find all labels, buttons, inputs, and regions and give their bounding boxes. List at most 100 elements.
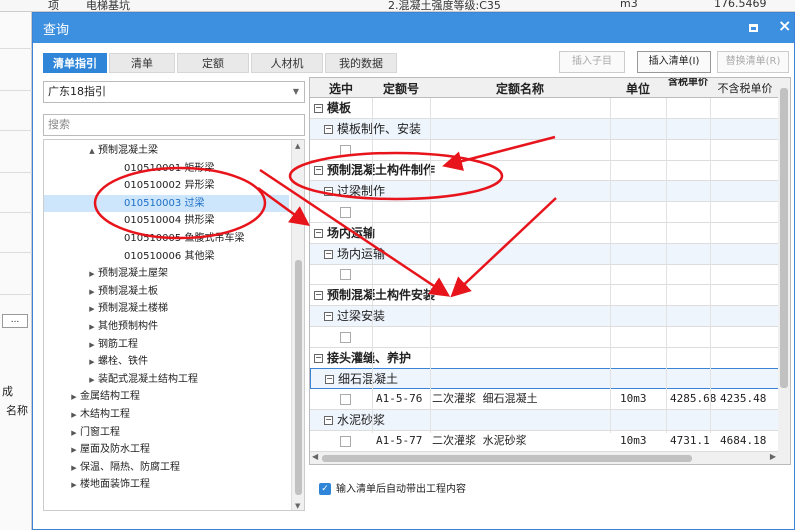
collapse-toggle-icon[interactable]: − xyxy=(314,353,323,363)
collapse-toggle-icon[interactable]: − xyxy=(314,104,323,113)
tab-quota[interactable]: 定额 xyxy=(177,53,249,73)
tree-item[interactable]: ▲ 预制混凝土梁 xyxy=(44,142,289,159)
col-price-tax[interactable]: 含税单价 xyxy=(666,78,710,88)
tree-item[interactable]: ▶ 屋面及防水工程 xyxy=(44,441,289,458)
expand-icon[interactable]: ▶ xyxy=(68,407,80,424)
tree-item[interactable]: 010510006 其他梁 xyxy=(44,248,289,265)
grid-hscroll-thumb[interactable] xyxy=(322,455,692,462)
expand-icon[interactable]: ▶ xyxy=(86,284,98,301)
scroll-right-icon[interactable]: ▶ xyxy=(770,452,776,461)
grid-header: 选中 定额号 定额名称 单位 含税单价 不含税单价 xyxy=(310,78,790,98)
tree-item[interactable]: ▶ 预制混凝土楼梯 xyxy=(44,300,289,317)
tab-list[interactable]: 清单 xyxy=(109,53,175,73)
collapse-toggle-icon[interactable]: − xyxy=(314,291,323,301)
tree-item-label: 门窗工程 xyxy=(80,426,120,438)
maximize-icon[interactable] xyxy=(749,24,758,32)
dialog-titlebar[interactable]: 查询 × xyxy=(33,13,794,43)
col-select[interactable]: 选中 xyxy=(310,80,372,97)
tab-my-data[interactable]: 我的数据 xyxy=(325,53,397,73)
guide-tree[interactable]: ▶ 楼地面装饰工程 ▶ 保温、隔热、防腐工程 ▶ 屋面及防水工程 ▶ 门窗工程 ▶ 木结构工程 ▶ 金… xyxy=(43,139,305,511)
tree-item[interactable]: ▶ 钢筋工程 xyxy=(44,336,289,353)
guide-select[interactable]: 广东18指引 ▼ xyxy=(43,81,305,103)
tree-item[interactable]: ▶ 螺栓、铁件 xyxy=(44,353,289,370)
tree-item[interactable]: ▶ 预制混凝土板 xyxy=(44,283,289,300)
tree-item[interactable]: ▶ 预制混凝土屋架 xyxy=(44,265,289,282)
row-checkbox[interactable] xyxy=(340,207,351,218)
scroll-down-icon[interactable]: ▼ xyxy=(295,502,300,510)
tree-item-label: 010510003 过梁 xyxy=(124,197,205,209)
checkbox-checked-icon[interactable]: ✓ xyxy=(319,483,331,495)
grid-vertical-scrollbar[interactable] xyxy=(778,78,790,453)
scroll-left-icon[interactable]: ◀ xyxy=(312,452,318,461)
expand-icon[interactable]: ▶ xyxy=(86,337,98,354)
collapse-toggle-icon[interactable]: − xyxy=(324,312,333,321)
quota-grid[interactable]: 选中 定额号 定额名称 单位 含税单价 不含税单价 − 模板 − 模板制作、安装 − 预制… xyxy=(309,77,791,465)
collapse-toggle-icon[interactable]: − xyxy=(314,228,323,238)
more-button[interactable]: ... xyxy=(2,314,28,328)
collapse-toggle-icon[interactable]: − xyxy=(324,124,333,134)
tab-labor-material[interactable]: 人材机 xyxy=(251,53,323,73)
insert-sub-button[interactable]: 插入子目 xyxy=(559,51,625,73)
tab-list-guide[interactable]: 清单指引 xyxy=(43,53,107,73)
tree-item[interactable]: 010510004 拱形梁 xyxy=(44,212,289,229)
collapse-icon[interactable]: ▲ xyxy=(86,143,98,160)
col-name[interactable]: 定额名称 xyxy=(430,80,610,97)
group-label: 接头灌缝、养护 xyxy=(327,350,412,365)
collapse-toggle-icon[interactable]: − xyxy=(324,249,333,259)
tree-item[interactable]: ▶ 木结构工程 xyxy=(44,406,289,423)
tree-item[interactable]: 010510002 异形梁 xyxy=(44,177,289,194)
expand-icon[interactable]: ▶ xyxy=(68,460,80,477)
bg-label: 成 xyxy=(2,385,13,398)
row-checkbox[interactable] xyxy=(340,144,351,156)
bg-cell: 项 xyxy=(48,0,59,12)
tree-item[interactable]: ▶ 金属结构工程 xyxy=(44,388,289,405)
price-notax: 4684.18 xyxy=(720,433,767,447)
tree-item[interactable]: ▶ 门窗工程 xyxy=(44,424,289,441)
tree-item[interactable]: ▶ 其他预制构件 xyxy=(44,318,289,335)
collapse-toggle-icon[interactable]: − xyxy=(324,416,333,425)
expand-icon[interactable]: ▶ xyxy=(86,372,98,389)
expand-icon[interactable]: ▶ xyxy=(68,477,80,494)
bg-label: 名称 xyxy=(6,404,28,417)
col-price-notax[interactable]: 不含税单价 xyxy=(710,80,780,96)
tree-scroll-thumb[interactable] xyxy=(295,260,302,495)
tree-item-label: 010510005 鱼腹式吊车梁 xyxy=(124,233,245,244)
query-dialog: 查询 × 清单指引 清单 定额 人材机 我的数据 插入子目 插入清单(I) 替换… xyxy=(32,12,795,530)
col-unit[interactable]: 单位 xyxy=(610,80,666,97)
grid-horizontal-scrollbar[interactable]: ◀ ▶ xyxy=(310,452,790,464)
tree-scrollbar[interactable]: ▲ ▼ xyxy=(291,140,304,510)
auto-content-checkbox[interactable]: ✓ 输入清单后自动带出工程内容 xyxy=(319,483,466,497)
insert-list-button[interactable]: 插入清单(I) xyxy=(637,51,711,73)
tree-item[interactable]: ▶ 装配式混凝土结构工程 xyxy=(44,371,289,388)
expand-icon[interactable]: ▶ xyxy=(68,389,80,406)
expand-icon[interactable]: ▶ xyxy=(68,442,80,459)
expand-icon[interactable]: ▶ xyxy=(86,301,98,318)
row-checkbox[interactable] xyxy=(340,331,351,343)
col-code[interactable]: 定额号 xyxy=(372,80,430,97)
group-label: 模板 xyxy=(327,101,352,115)
expand-icon[interactable]: ▶ xyxy=(86,354,98,371)
collapse-toggle-icon[interactable]: − xyxy=(325,375,334,385)
row-checkbox[interactable] xyxy=(340,269,351,281)
tree-item[interactable]: 010510005 鱼腹式吊车梁 xyxy=(44,230,289,247)
tree-item[interactable]: ▶ 楼地面装饰工程 xyxy=(44,476,289,493)
search-input[interactable]: 搜索 xyxy=(43,114,305,136)
row-checkbox[interactable] xyxy=(340,435,351,447)
tree-item-label: 保温、隔热、防腐工程 xyxy=(80,461,180,473)
replace-list-button[interactable]: 替换清单(R) xyxy=(717,51,789,73)
quota-row[interactable]: A1-5-77 二次灌浆 水泥砂浆 10m3 4731.1 4684.18 xyxy=(310,431,780,452)
row-checkbox[interactable] xyxy=(340,394,351,406)
expand-icon[interactable]: ▶ xyxy=(68,425,80,442)
collapse-toggle-icon[interactable]: − xyxy=(324,187,333,197)
close-icon[interactable]: × xyxy=(778,16,791,35)
expand-icon[interactable]: ▶ xyxy=(86,319,98,336)
tree-item[interactable]: 010510001 矩形梁 xyxy=(44,160,289,177)
tree-item-label: 预制混凝土梁 xyxy=(98,145,158,156)
grid-scroll-thumb[interactable] xyxy=(780,88,788,388)
expand-icon[interactable]: ▶ xyxy=(86,266,98,283)
scroll-up-icon[interactable]: ▲ xyxy=(295,142,300,150)
tree-item-label: 金属结构工程 xyxy=(80,391,140,403)
tree-item[interactable]: ▶ 保温、隔热、防腐工程 xyxy=(44,459,289,476)
collapse-toggle-icon[interactable]: − xyxy=(314,166,323,176)
tree-item[interactable]: 010510003 过梁 xyxy=(44,194,289,212)
